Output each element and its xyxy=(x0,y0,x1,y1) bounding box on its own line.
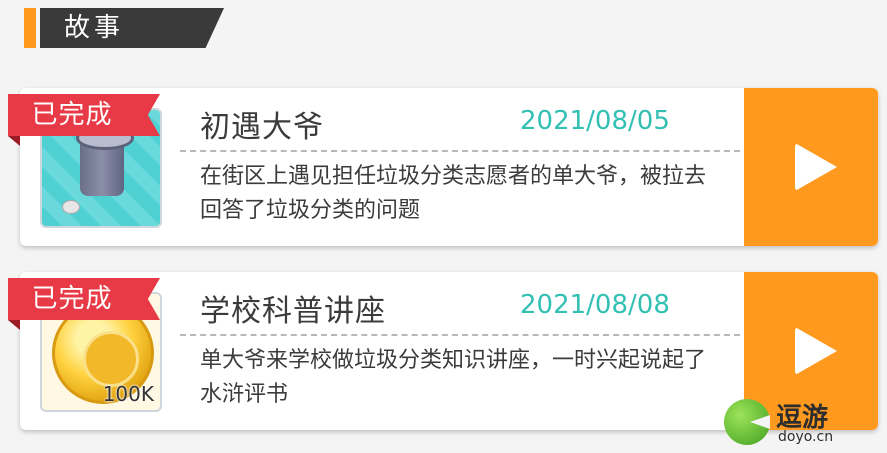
story-date: 2021/08/05 xyxy=(520,106,670,136)
watermark-url: doyo.cn xyxy=(778,429,834,445)
section-header: 故事 xyxy=(24,8,224,48)
header-accent-bar xyxy=(24,8,36,48)
completed-ribbon: 已完成 xyxy=(8,278,160,320)
divider xyxy=(180,150,740,152)
story-title: 学校科普讲座 xyxy=(200,294,386,329)
completed-ribbon: 已完成 xyxy=(8,94,160,136)
story-description: 单大爷来学校做垃圾分类知识讲座，一时兴起说起了水浒评书 xyxy=(200,348,707,407)
watermark: 逗游 doyo.cn xyxy=(720,395,880,450)
story-description: 在街区上遇见担任垃圾分类志愿者的单大爷，被拉去回答了垃圾分类的问题 xyxy=(200,164,707,223)
play-icon xyxy=(795,327,837,375)
play-story-button[interactable] xyxy=(744,88,878,246)
story-title: 初遇大爷 xyxy=(200,110,324,145)
play-icon xyxy=(795,143,837,191)
doyo-logo-icon xyxy=(724,399,770,445)
divider xyxy=(180,334,740,336)
status-badge: 已完成 xyxy=(31,100,113,130)
reward-quantity: 100K xyxy=(102,382,154,406)
story-date: 2021/08/08 xyxy=(520,290,670,320)
status-badge: 已完成 xyxy=(31,284,113,314)
section-title: 故事 xyxy=(64,13,125,43)
story-card[interactable]: 已完成 初遇大爷 2021/08/05 在街区上遇见担任垃圾分类志愿者的单大爷，… xyxy=(8,88,878,246)
